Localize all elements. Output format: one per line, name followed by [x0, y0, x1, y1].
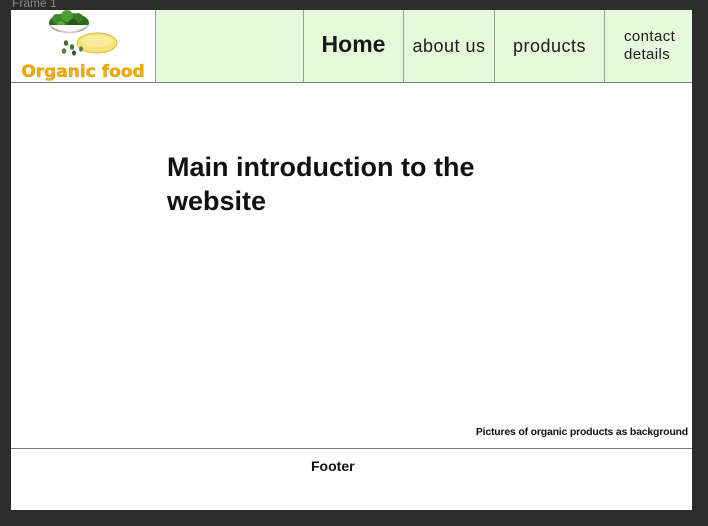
- nav-contact-line1: contact: [624, 28, 676, 45]
- intro-line-2: website: [167, 186, 267, 216]
- top-navigation: Organic food Home about us products cont…: [11, 10, 692, 83]
- logo[interactable]: Organic food: [11, 10, 156, 82]
- nav-products-label: products: [512, 35, 587, 56]
- footer-label: Footer: [311, 458, 355, 474]
- nav-contact-label: contact details: [624, 28, 675, 64]
- nav-home-link[interactable]: Home: [304, 10, 404, 82]
- footer: Footer: [11, 448, 692, 510]
- nav-products-link[interactable]: products: [495, 10, 605, 82]
- background-note: Pictures of organic products as backgrou…: [475, 426, 688, 438]
- nav-spacer: [156, 10, 304, 82]
- main-introduction-heading: Main introduction to the website: [167, 150, 527, 218]
- nav-contact-link[interactable]: contact details: [605, 10, 692, 82]
- frame-label: Frame 1: [12, 0, 57, 10]
- logo-text: Organic food: [21, 62, 144, 82]
- page-frame: Organic food Home about us products cont…: [11, 10, 692, 510]
- nav-about-link[interactable]: about us: [404, 10, 495, 82]
- nav-contact-line2: details: [624, 46, 671, 63]
- organic-food-logo-image: Organic food: [21, 10, 145, 82]
- intro-line-1: Main introduction to the: [167, 152, 475, 182]
- nav-about-label: about us: [412, 35, 486, 56]
- nav-home-label: Home: [321, 30, 386, 57]
